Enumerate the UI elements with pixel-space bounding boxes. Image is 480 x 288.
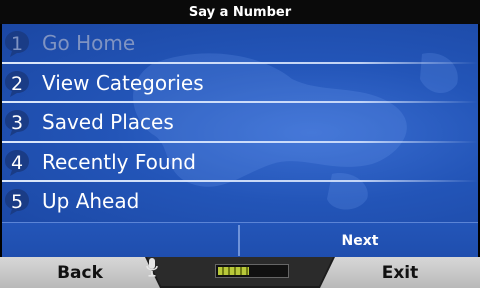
exit-button[interactable]: Exit [320,257,480,288]
page-title: Say a Number [188,4,292,20]
menu-item-number: 1 [10,33,24,55]
menu-item-view-categories[interactable]: 2 View Categories [2,64,478,104]
mic-level-meter [215,264,289,278]
menu-item-label: Recently Found [42,149,196,174]
menu-item-up-ahead[interactable]: 5 Up Ahead [2,182,478,222]
menu-item-label: View Categories [42,70,204,95]
microphone-icon [146,258,158,277]
menu-item-number: 4 [10,151,24,174]
menu-item-number: 3 [10,112,24,135]
next-bar: Next [2,222,478,258]
next-button[interactable]: Next [242,223,478,258]
voice-command-screen: Say a Number 1 Go Home 2 View Categories [0,0,480,288]
menu-item-saved-places[interactable]: 3 Saved Places [2,103,478,143]
bottom-bar: Back Exit [0,257,480,288]
menu-item-recently-found[interactable]: 4 Recently Found [2,143,478,183]
mic-status-area [145,257,335,288]
menu-panel: 1 Go Home 2 View Categories 3 Saved Plac… [2,24,478,222]
menu-item-go-home[interactable]: 1 Go Home [2,24,478,64]
back-button[interactable]: Back [0,257,160,288]
title-bar: Say a Number [0,0,480,24]
next-bar-divider [238,225,240,256]
mic-level-fill [218,267,249,275]
menu-item-number: 2 [10,72,24,95]
menu-item-label: Up Ahead [42,189,140,214]
menu-item-label: Saved Places [42,110,174,135]
menu-item-number: 5 [10,191,24,214]
menu-item-label: Go Home [42,31,136,55]
